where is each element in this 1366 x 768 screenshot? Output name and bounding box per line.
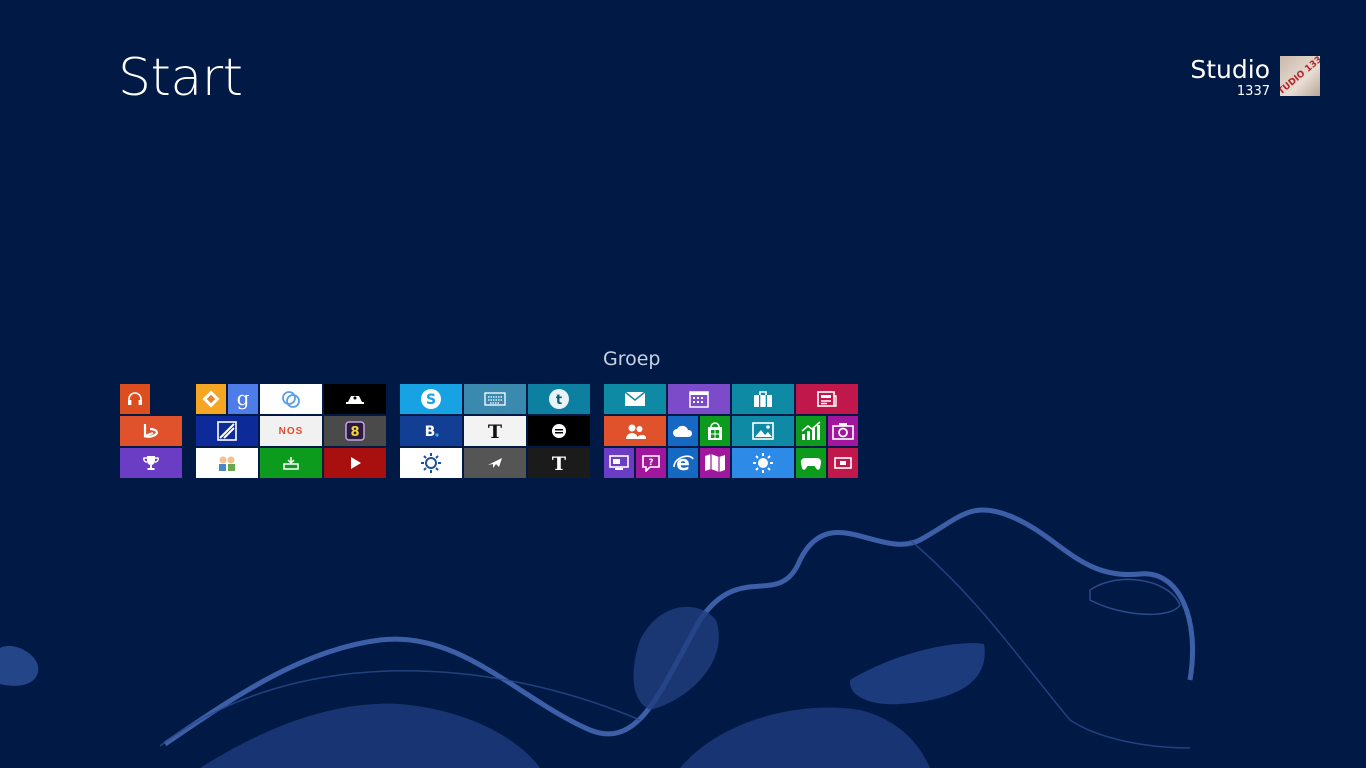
svg-text:S: S	[426, 392, 436, 408]
news-icon	[816, 390, 838, 408]
calendar-tile[interactable]	[668, 384, 730, 414]
circle-icon	[549, 421, 569, 441]
user-subtitle: 1337	[1236, 84, 1270, 99]
tray-icon	[281, 454, 301, 472]
people-cartoon-icon	[215, 453, 239, 473]
photo-icon	[752, 422, 774, 440]
green-app-tile[interactable]	[260, 448, 322, 478]
user-account[interactable]: Studio 1337 STUDIO 1337	[1190, 56, 1320, 100]
svg-text:T: T	[552, 453, 566, 474]
svg-text:g: g	[237, 388, 250, 410]
skype-tile[interactable]: S	[400, 384, 462, 414]
briefcase-icon	[752, 390, 774, 408]
svg-text:e: e	[676, 452, 690, 474]
svg-text:t: t	[556, 393, 562, 408]
store-icon	[705, 420, 725, 442]
xbox-games-tile[interactable]	[796, 448, 826, 478]
people-cartoon-tile[interactable]	[196, 448, 258, 478]
camera-tile[interactable]	[828, 416, 858, 446]
google-icon: g	[233, 388, 253, 410]
weather-sun-tile[interactable]	[400, 448, 462, 478]
mail-tile[interactable]	[604, 384, 666, 414]
music-tile[interactable]	[120, 384, 150, 414]
ring-app-tile[interactable]	[260, 384, 322, 414]
headphones-icon	[126, 390, 144, 408]
circle-app-tile[interactable]	[528, 416, 590, 446]
store-tile[interactable]	[700, 416, 730, 446]
people-tile[interactable]	[604, 416, 666, 446]
svg-text:T: T	[488, 421, 502, 442]
help-tile[interactable]: ?	[636, 448, 666, 478]
gamepad-icon	[800, 455, 822, 471]
play-icon	[346, 454, 364, 472]
hats-app-tile[interactable]	[324, 384, 386, 414]
store-bag-tile[interactable]	[732, 384, 794, 414]
map-icon	[704, 453, 726, 473]
svg-text:B: B	[425, 424, 436, 440]
tumblr-icon: t	[548, 388, 570, 410]
keyboard-icon	[484, 392, 506, 406]
booking-tile[interactable]: B	[400, 416, 462, 446]
nos-tile[interactable]: NOS	[260, 416, 322, 446]
tumblr-tile[interactable]: t	[528, 384, 590, 414]
ie-tile[interactable]: e	[668, 448, 698, 478]
plane-icon	[485, 453, 505, 473]
user-text: Studio 1337	[1190, 56, 1270, 100]
help-icon: ?	[641, 454, 661, 472]
sun-outline-icon	[420, 452, 442, 474]
video-tile[interactable]	[324, 448, 386, 478]
video-app-tile[interactable]	[828, 448, 858, 478]
nytimes-tile-2[interactable]: T	[528, 448, 590, 478]
mail-icon	[624, 391, 646, 407]
page-title: Start	[118, 48, 243, 108]
desktop-icon	[609, 455, 629, 471]
skype-icon: S	[419, 387, 443, 411]
weather-tile[interactable]	[732, 448, 794, 478]
user-name: Studio	[1190, 55, 1270, 84]
bing-tile[interactable]	[120, 416, 182, 446]
svg-text:8: 8	[350, 425, 359, 440]
nos-icon: NOS	[278, 425, 304, 437]
finance-tile[interactable]	[796, 416, 826, 446]
video-icon	[833, 455, 853, 471]
news-tile[interactable]	[796, 384, 858, 414]
people-icon	[623, 422, 647, 440]
chart-icon	[800, 421, 822, 441]
app-diamond-tile[interactable]	[196, 384, 226, 414]
photos-tile[interactable]	[732, 416, 794, 446]
eight-app-tile[interactable]: 8	[324, 416, 386, 446]
diamond-icon	[201, 389, 221, 409]
avatar[interactable]: STUDIO 1337	[1280, 56, 1320, 96]
cloud-icon	[671, 423, 695, 439]
keyboard-tile[interactable]	[464, 384, 526, 414]
svg-text:?: ?	[648, 458, 653, 468]
games-trophy-tile[interactable]	[120, 448, 182, 478]
eight-icon: 8	[344, 420, 366, 442]
group-label[interactable]: Groep	[603, 348, 661, 370]
avatar-logo-text: STUDIO 1337	[1280, 56, 1320, 96]
nyt-icon: T	[549, 452, 569, 474]
google-tile[interactable]: g	[228, 384, 258, 414]
travel-tile[interactable]	[464, 448, 526, 478]
calendar-icon	[689, 390, 709, 408]
camera-icon	[832, 422, 854, 440]
bing-icon	[141, 422, 161, 440]
stripe-icon	[216, 420, 238, 442]
nytimes-tile-1[interactable]: T	[464, 416, 526, 446]
hat-icon	[344, 390, 366, 408]
sun-icon	[752, 452, 774, 474]
stripe-app-tile[interactable]	[196, 416, 258, 446]
maps-tile[interactable]	[700, 448, 730, 478]
booking-icon: B	[421, 421, 441, 441]
ring-icon	[280, 388, 302, 410]
ie-icon: e	[672, 452, 694, 474]
onedrive-tile[interactable]	[668, 416, 698, 446]
nyt-icon: T	[485, 420, 505, 442]
trophy-icon	[142, 454, 160, 472]
desktop-tile[interactable]	[604, 448, 634, 478]
